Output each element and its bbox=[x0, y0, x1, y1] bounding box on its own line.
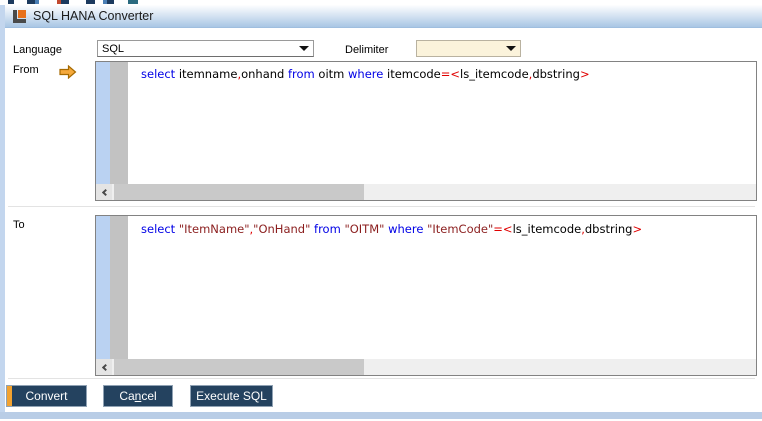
scrollbar-thumb[interactable] bbox=[114, 184, 364, 200]
default-button-indicator bbox=[7, 386, 12, 406]
link-arrow-icon[interactable] bbox=[59, 65, 77, 79]
titlebar[interactable]: SQL HANA Converter bbox=[5, 5, 762, 28]
cancel-button-label: Cancel bbox=[119, 389, 156, 403]
language-select[interactable]: SQL bbox=[97, 40, 314, 57]
app-icon bbox=[13, 10, 26, 23]
toolbar-remnant-block bbox=[128, 0, 138, 4]
convert-button-label: Convert bbox=[25, 389, 67, 403]
toolbar-remnant-block bbox=[27, 0, 35, 4]
convert-button[interactable]: Convert bbox=[6, 385, 87, 407]
execute-sql-button[interactable]: Execute SQL bbox=[190, 385, 273, 407]
toolbar-remnant-block bbox=[8, 0, 14, 4]
toolbar-remnant-block bbox=[35, 0, 39, 4]
editor-gutter-margin bbox=[110, 216, 128, 359]
separator-line bbox=[8, 206, 755, 207]
editor-gutter-selection bbox=[96, 62, 110, 184]
language-value: SQL bbox=[102, 43, 299, 55]
chevron-down-icon bbox=[506, 46, 516, 51]
to-editor[interactable]: select "ItemName","OnHand" from "OITM" w… bbox=[95, 215, 757, 376]
sql-code-line: select itemname,onhand from oitm where i… bbox=[141, 67, 590, 81]
scroll-left-button[interactable] bbox=[96, 359, 112, 375]
horizontal-scrollbar[interactable] bbox=[96, 359, 756, 375]
language-label: Language bbox=[13, 44, 62, 56]
separator-line bbox=[8, 378, 755, 379]
sql-hana-converter-window: SQL HANA Converter Language SQL Delimite… bbox=[0, 0, 762, 421]
toolbar-remnant-block bbox=[107, 0, 114, 4]
chevron-left-icon bbox=[101, 188, 108, 195]
toolbar-remnant-block bbox=[86, 0, 95, 4]
from-label: From bbox=[13, 64, 39, 76]
window-title: SQL HANA Converter bbox=[33, 9, 153, 23]
chevron-down-icon bbox=[299, 46, 309, 51]
scroll-left-button[interactable] bbox=[96, 184, 112, 200]
scrollbar-thumb[interactable] bbox=[114, 359, 364, 375]
from-editor[interactable]: select itemname,onhand from oitm where i… bbox=[95, 61, 757, 201]
cancel-button[interactable]: Cancel bbox=[103, 385, 173, 407]
to-label: To bbox=[13, 219, 25, 231]
sql-code-line: select "ItemName","OnHand" from "OITM" w… bbox=[141, 222, 642, 236]
editor-gutter-margin bbox=[110, 62, 128, 184]
chevron-left-icon bbox=[101, 363, 108, 370]
toolbar-remnant-block bbox=[61, 0, 69, 4]
execute-sql-button-label: Execute SQL bbox=[196, 389, 267, 403]
delimiter-select[interactable] bbox=[416, 40, 521, 57]
editor-gutter-selection bbox=[96, 216, 110, 359]
horizontal-scrollbar[interactable] bbox=[96, 184, 756, 200]
window-left-border bbox=[0, 5, 5, 419]
window-bottom-border bbox=[0, 412, 762, 419]
delimiter-label: Delimiter bbox=[345, 44, 388, 56]
